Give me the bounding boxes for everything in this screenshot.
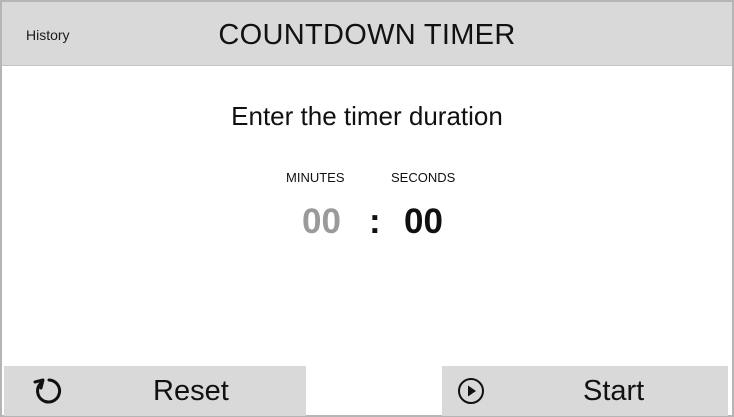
duration-prompt: Enter the timer duration (231, 101, 503, 131)
time-separator: : (369, 202, 381, 241)
reset-button[interactable]: Reset (4, 366, 306, 416)
minutes-input[interactable]: 00 (302, 202, 341, 242)
play-icon (456, 376, 486, 411)
countdown-timer-app: History COUNTDOWN TIMER Enter the timer … (0, 0, 734, 417)
header-bar: History COUNTDOWN TIMER (2, 2, 732, 66)
reset-label: Reset (153, 375, 229, 407)
minutes-label: MINUTES (286, 170, 345, 185)
seconds-input[interactable]: 00 (404, 202, 443, 242)
seconds-label: SECONDS (391, 170, 456, 185)
start-label: Start (583, 375, 645, 407)
start-button[interactable]: Start (442, 366, 728, 416)
reset-icon (32, 374, 66, 413)
page-title: COUNTDOWN TIMER (218, 19, 516, 51)
